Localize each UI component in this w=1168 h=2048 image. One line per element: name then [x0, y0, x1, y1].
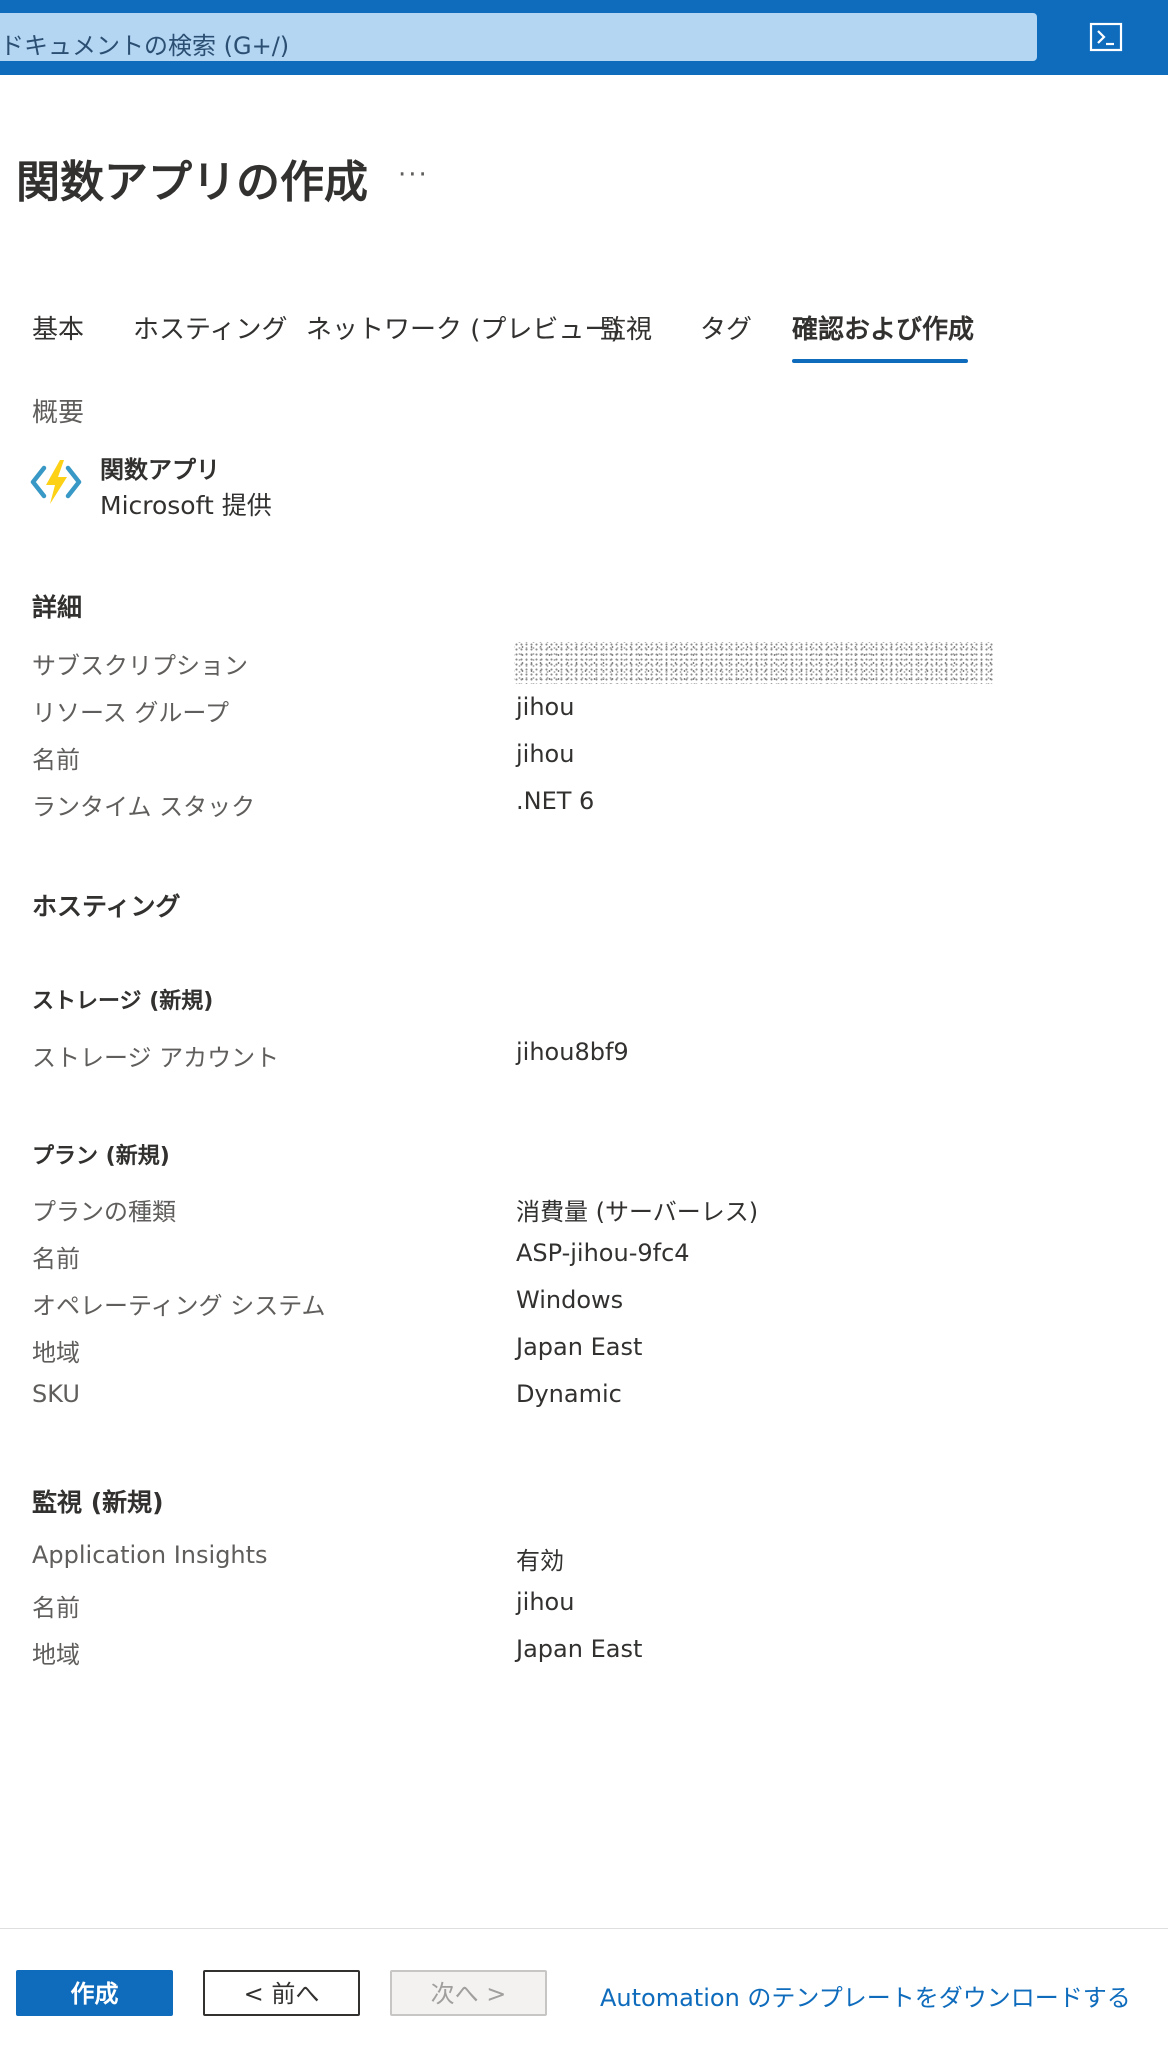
tab-hosting[interactable]: ホスティング: [133, 310, 287, 350]
resource-group-value: jihou: [516, 693, 575, 721]
monitoring-name-value: jihou: [516, 1588, 575, 1616]
region-value: Japan East: [516, 1333, 643, 1361]
monitoring-region-value: Japan East: [516, 1635, 643, 1663]
create-button[interactable]: 作成: [16, 1970, 173, 2016]
next-button[interactable]: 次へ >: [390, 1970, 547, 2016]
tab-networking[interactable]: ネットワーク (プレビュー): [306, 310, 621, 350]
name-label: 名前: [32, 746, 80, 774]
storage-account-value: jihou8bf9: [516, 1038, 629, 1066]
monitoring-region-label: 地域: [32, 1641, 80, 1669]
product-name: 関数アプリ: [100, 456, 220, 484]
hosting-heading: ホスティング: [32, 892, 181, 921]
tab-monitoring[interactable]: 監視: [600, 310, 652, 350]
sku-value: Dynamic: [516, 1380, 622, 1408]
page: ドキュメントの検索 (G+/) 関数アプリの作成 ··· 基本 ホスティング ネ…: [0, 0, 1168, 2048]
download-template-link[interactable]: Automation のテンプレートをダウンロードする: [600, 1978, 1131, 2013]
cloud-shell-icon[interactable]: [1088, 19, 1124, 55]
previous-button[interactable]: < 前へ: [203, 1970, 360, 2016]
resource-group-label: リソース グループ: [32, 699, 229, 727]
monitoring-heading: 監視 (新規): [32, 1488, 164, 1517]
runtime-stack-value: .NET 6: [516, 787, 595, 815]
name-value: jihou: [516, 740, 575, 768]
plan-type-label: プランの種類: [32, 1198, 176, 1226]
os-value: Windows: [516, 1286, 624, 1314]
sku-label: SKU: [32, 1380, 80, 1408]
tab-bar: 基本 ホスティング ネットワーク (プレビュー) 監視 タグ 確認および作成: [0, 310, 1168, 370]
plan-heading: プラン (新規): [32, 1144, 170, 1169]
plan-name-label: 名前: [32, 1245, 80, 1273]
plan-name-value: ASP-jihou-9fc4: [516, 1239, 690, 1267]
storage-heading: ストレージ (新規): [32, 989, 214, 1014]
overview-label: 概要: [32, 398, 85, 428]
runtime-stack-label: ランタイム スタック: [32, 793, 256, 821]
app-insights-label: Application Insights: [32, 1541, 268, 1569]
search-box[interactable]: ドキュメントの検索 (G+/): [0, 13, 1037, 61]
footer-divider: [0, 1928, 1168, 1929]
region-label: 地域: [32, 1339, 80, 1367]
tab-tags[interactable]: タグ: [700, 310, 752, 350]
active-tab-indicator: [792, 359, 968, 363]
details-heading: 詳細: [32, 593, 83, 622]
plan-type-value: 消費量 (サーバーレス): [516, 1198, 759, 1226]
os-label: オペレーティング システム: [32, 1292, 326, 1320]
app-insights-value: 有効: [516, 1547, 564, 1575]
monitoring-name-label: 名前: [32, 1594, 80, 1622]
tab-review-create[interactable]: 確認および作成: [792, 310, 974, 350]
product-publisher: Microsoft 提供: [100, 491, 272, 520]
search-placeholder: ドキュメントの検索 (G+/): [0, 32, 290, 60]
subscription-label: サブスクリプション: [32, 652, 248, 680]
subscription-value-redacted: [514, 642, 994, 684]
top-bar: ドキュメントの検索 (G+/): [0, 0, 1168, 75]
more-options-button[interactable]: ···: [398, 160, 429, 190]
storage-account-label: ストレージ アカウント: [32, 1044, 280, 1072]
function-app-icon: [30, 460, 82, 504]
tab-basics[interactable]: 基本: [32, 310, 84, 350]
page-title: 関数アプリの作成: [16, 157, 368, 208]
